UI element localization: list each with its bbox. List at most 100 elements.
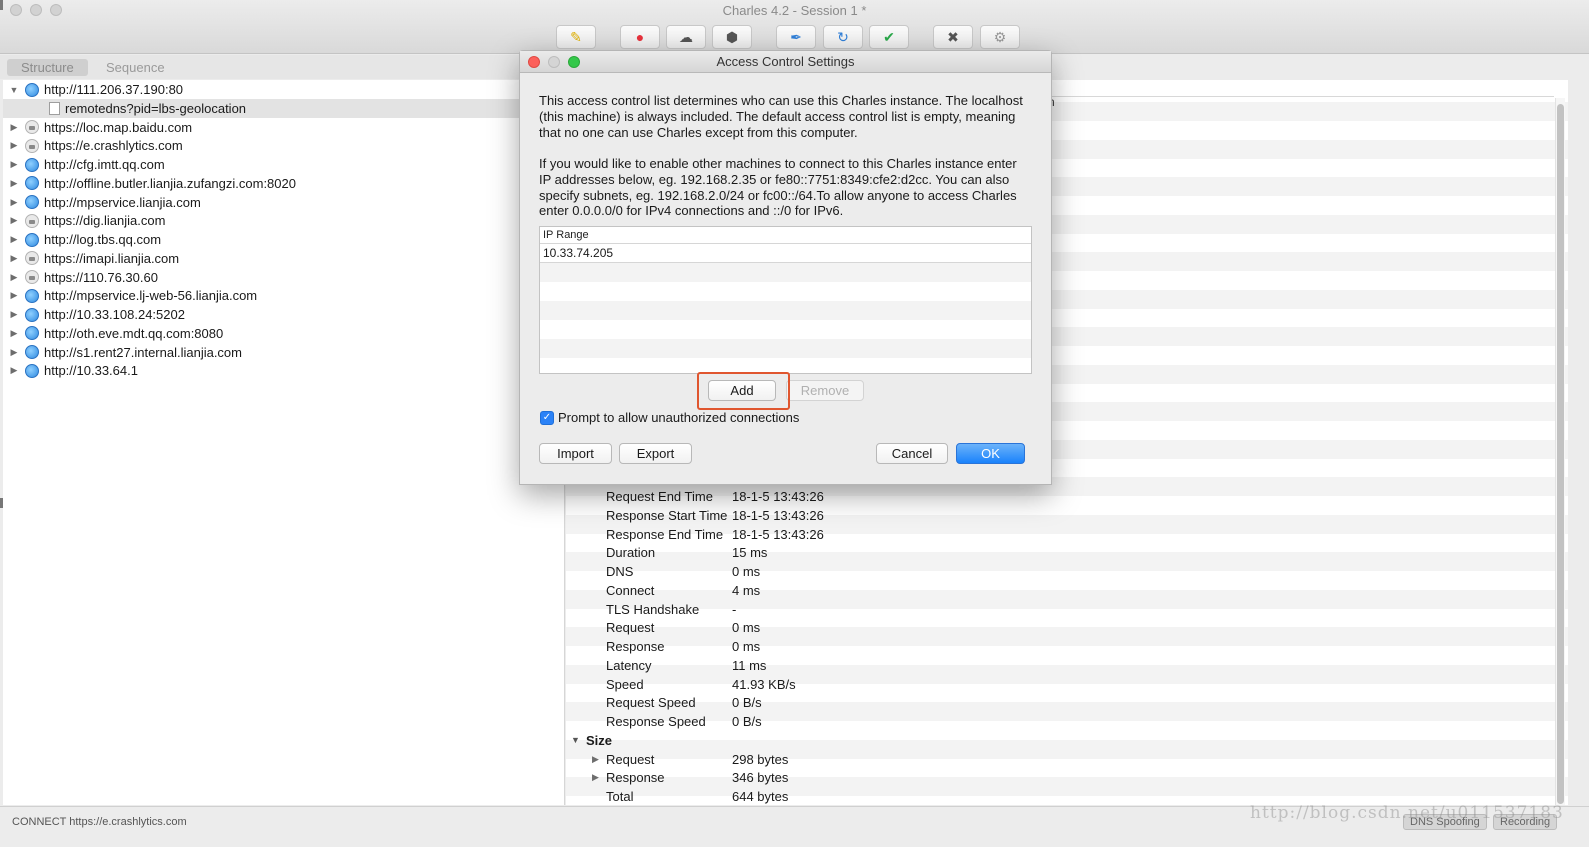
disclosure-closed-icon[interactable]: ▶	[9, 178, 19, 189]
overview-row[interactable]: Response Speed 0 B/s	[566, 712, 1568, 731]
overview-scroll-thumb[interactable]	[1557, 104, 1564, 804]
ip-range-row[interactable]	[540, 263, 1031, 282]
overview-value: 18-1-5 13:43:26	[732, 507, 824, 523]
disclosure-open-icon[interactable]: ▼	[571, 735, 580, 745]
tree-item[interactable]: ▶ http://log.tbs.qq.com	[3, 230, 565, 249]
tab-structure[interactable]: Structure	[7, 59, 88, 76]
overview-row[interactable]: Request Speed 0 B/s	[566, 693, 1568, 712]
size-row[interactable]: ▶ Request 298 bytes	[566, 750, 1568, 769]
tree-item-label: http://cfg.imtt.qq.com	[44, 157, 165, 172]
ip-range-row[interactable]	[540, 320, 1031, 339]
ip-range-row[interactable]	[540, 301, 1031, 320]
dialog-close-button[interactable]	[528, 56, 540, 68]
remove-button[interactable]: Remove	[786, 380, 864, 401]
overview-row[interactable]: Response Start Time 18-1-5 13:43:26	[566, 506, 1568, 525]
overview-row[interactable]: Request End Time 18-1-5 13:43:26	[566, 487, 1568, 506]
tree-item[interactable]: ▶ http://10.33.64.1	[3, 361, 565, 380]
ip-range-row[interactable]	[540, 339, 1031, 358]
disclosure-closed-icon[interactable]: ▶	[9, 215, 19, 226]
tree-item[interactable]: ▶ http://offline.butler.lianjia.zufangzi.…	[3, 174, 565, 193]
overview-label: Response Start Time	[606, 507, 728, 523]
disclosure-closed-icon[interactable]: ▶	[9, 253, 19, 264]
ip-range-row[interactable]	[540, 282, 1031, 301]
size-row[interactable]: ▶ Response 346 bytes	[566, 768, 1568, 787]
cancel-button[interactable]: Cancel	[876, 443, 948, 464]
overview-label: Request Speed	[606, 695, 696, 711]
dialog-zoom-button[interactable]	[568, 56, 580, 68]
tree-item-label: http://10.33.64.1	[44, 363, 138, 379]
tree-item[interactable]: ▶ http://mpservice.lj-web-56.lianjia.com	[3, 286, 565, 305]
overview-label: Latency	[606, 657, 652, 673]
https-lock-icon	[25, 251, 39, 266]
overview-row[interactable]: Response 0 ms	[566, 637, 1568, 656]
overview-row[interactable]: Speed 41.93 KB/s	[566, 675, 1568, 694]
toolbar: ✎ ● ☁ ⬢ ✒ ↻ ✔ ✖ ⚙	[0, 25, 1589, 49]
prompt-checkbox-label: Prompt to allow unauthorized connections	[558, 410, 800, 425]
disclosure-closed-icon[interactable]: ▶	[9, 309, 19, 320]
disclosure-closed-icon[interactable]: ▶	[9, 365, 19, 376]
disclosure-open-icon[interactable]: ▼	[9, 85, 19, 95]
throttle-turtle-button[interactable]: ☁	[666, 25, 706, 49]
tools-button[interactable]: ✖	[933, 25, 973, 49]
tree-item[interactable]: ▶ http://oth.eve.mdt.qq.com:8080	[3, 324, 565, 343]
http-globe-icon	[25, 345, 39, 359]
tree-item-label: remotedns?pid=lbs-geolocation	[65, 100, 247, 116]
overview-row[interactable]: Duration 15 ms	[566, 543, 1568, 562]
overview-row[interactable]: Latency 11 ms	[566, 656, 1568, 675]
compose-pen-button[interactable]: ✒	[776, 25, 816, 49]
http-globe-icon	[25, 288, 39, 303]
ip-range-column-header[interactable]: IP Range	[540, 227, 1031, 244]
dialog-title-bar: Access Control Settings	[520, 51, 1051, 73]
disclosure-closed-icon[interactable]: ▶	[9, 122, 19, 133]
tree-item[interactable]: ▶ http://s1.rent27.internal.lianjia.com	[3, 343, 565, 362]
ip-range-row[interactable]: 10.33.74.205	[540, 244, 1031, 263]
disclosure-closed-icon[interactable]: ▶	[9, 140, 19, 151]
tree-item-label: https://110.76.30.60	[44, 269, 158, 285]
disclosure-closed-icon[interactable]: ▶	[9, 159, 19, 170]
record-button[interactable]: ●	[620, 25, 660, 49]
breakpoint-stop-button[interactable]: ⬢	[712, 25, 752, 49]
tree-item[interactable]: ▶ https://imapi.lianjia.com	[3, 249, 565, 268]
ip-range-table[interactable]: IP Range 10.33.74.205	[539, 226, 1032, 374]
tree-item[interactable]: ▶ https://loc.map.baidu.com	[3, 118, 565, 137]
tree-item[interactable]: ▶ https://110.76.30.60	[3, 268, 565, 287]
tree-item-label: http://oth.eve.mdt.qq.com:8080	[44, 325, 224, 341]
overview-row[interactable]: DNS 0 ms	[566, 562, 1568, 581]
size-section-row[interactable]: ▼ Size	[566, 731, 1568, 750]
overview-label: Total	[606, 789, 634, 804]
broom-button[interactable]: ✎	[556, 25, 596, 49]
disclosure-closed-icon[interactable]: ▶	[9, 197, 19, 208]
overview-label: Response Speed	[606, 714, 706, 729]
https-lock-icon	[25, 270, 39, 284]
tree-item[interactable]: ▶ https://e.crashlytics.com	[3, 136, 565, 155]
disclosure-closed-icon[interactable]: ▶	[592, 754, 599, 765]
http-globe-icon	[25, 363, 39, 378]
tree-item[interactable]: ▼ http://111.206.37.190:80	[3, 80, 565, 99]
import-button[interactable]: Import	[539, 443, 612, 464]
disclosure-closed-icon[interactable]: ▶	[9, 234, 19, 245]
tree-item[interactable]: ▶ http://cfg.imtt.qq.com	[3, 155, 565, 174]
overview-row[interactable]: Request 0 ms	[566, 618, 1568, 637]
disclosure-closed-icon[interactable]: ▶	[9, 347, 19, 358]
prompt-checkbox[interactable]: ✓	[540, 411, 554, 425]
disclosure-closed-icon[interactable]: ▶	[592, 772, 599, 783]
breakpoint-stop-icon: ⬢	[725, 29, 739, 45]
overview-row[interactable]: Connect 4 ms	[566, 581, 1568, 600]
tree-item[interactable]: remotedns?pid=lbs-geolocation	[3, 98, 565, 118]
validate-check-button[interactable]: ✔	[869, 25, 909, 49]
export-button[interactable]: Export	[619, 443, 692, 464]
overview-row[interactable]: Response End Time 18-1-5 13:43:26	[566, 525, 1568, 544]
tree-item[interactable]: ▶ http://mpservice.lianjia.com	[3, 193, 565, 212]
settings-gear-button[interactable]: ⚙	[980, 25, 1020, 49]
disclosure-closed-icon[interactable]: ▶	[9, 272, 19, 283]
tab-sequence[interactable]: Sequence	[92, 59, 179, 76]
disclosure-closed-icon[interactable]: ▶	[9, 290, 19, 301]
overview-row[interactable]: TLS Handshake -	[566, 600, 1568, 619]
disclosure-closed-icon[interactable]: ▶	[9, 328, 19, 339]
validate-check-icon: ✔	[883, 29, 895, 45]
tree-item[interactable]: ▶ https://dig.lianjia.com	[3, 211, 565, 230]
ok-button[interactable]: OK	[956, 443, 1025, 464]
tree-item[interactable]: ▶ http://10.33.108.24:5202	[3, 305, 565, 324]
https-lock-icon	[25, 120, 39, 134]
repeat-button[interactable]: ↻	[823, 25, 863, 49]
